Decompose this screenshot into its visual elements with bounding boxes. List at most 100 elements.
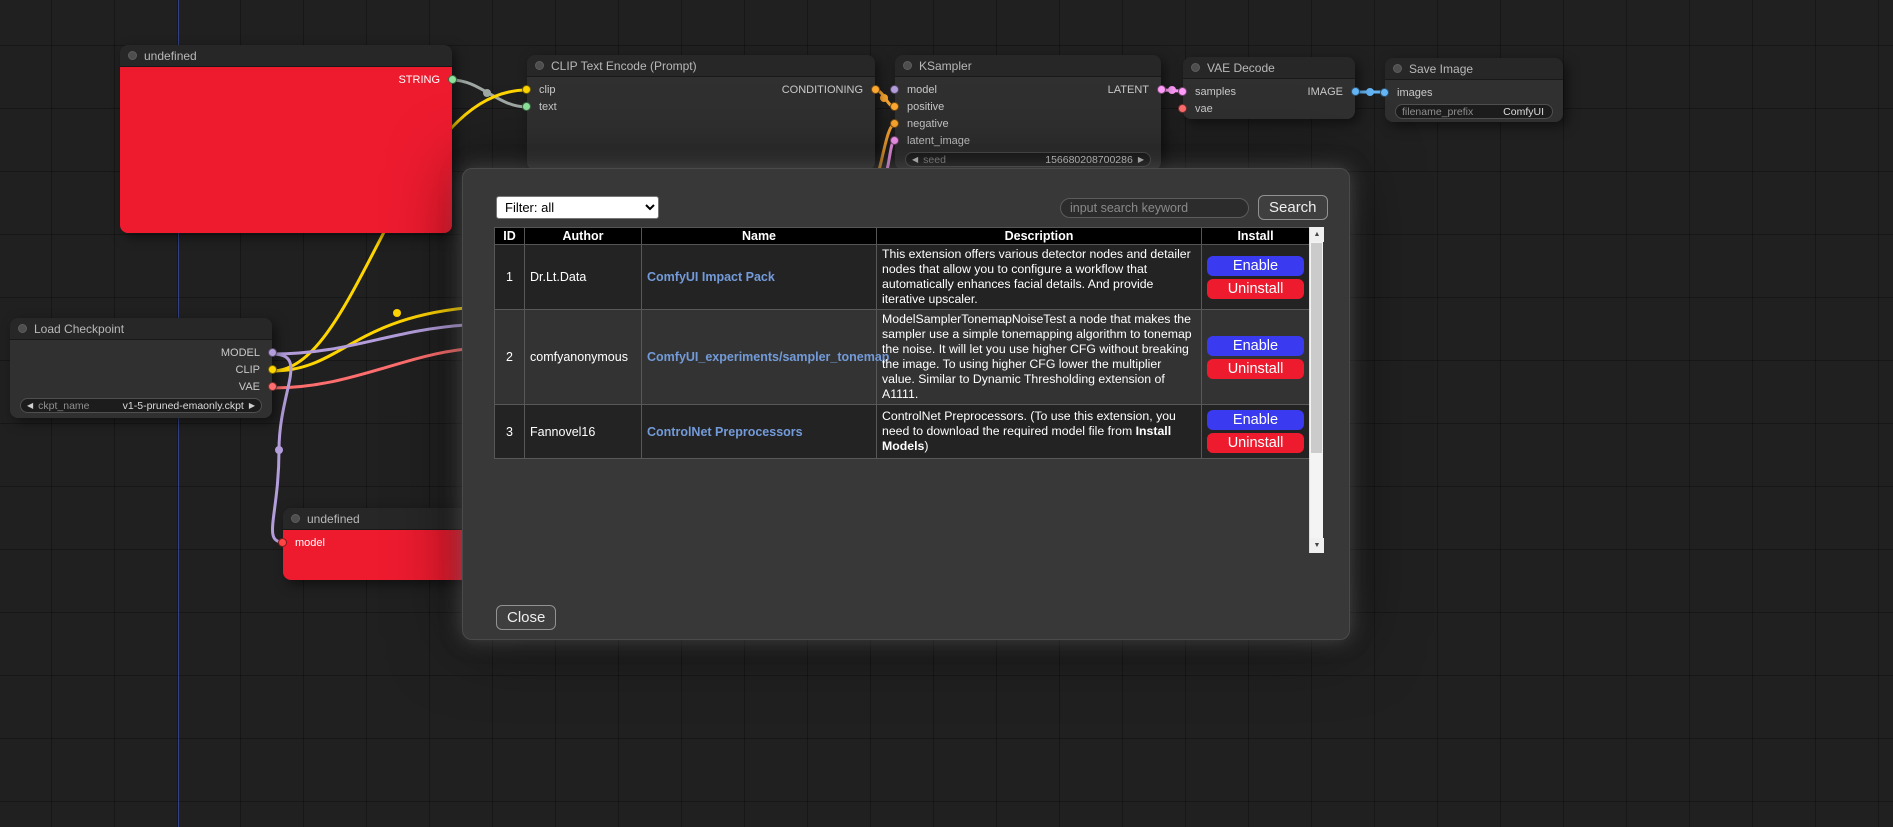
column-header-description: Description — [877, 228, 1202, 245]
CLIP-port-icon[interactable] — [268, 365, 277, 374]
scroll-down-icon[interactable]: ▼ — [1310, 538, 1324, 553]
node-body: imagesfilename_prefixComfyUI — [1385, 80, 1563, 122]
node-title: Save Image — [1409, 62, 1473, 76]
node-titlebar[interactable]: VAE Decode — [1183, 57, 1355, 79]
seed-widget[interactable]: ◀ seed 156680208700286 ▶ — [905, 152, 1151, 167]
close-button[interactable]: Close — [496, 605, 556, 630]
CONDITIONING-port-icon[interactable] — [871, 85, 880, 94]
extension-table-container: IDAuthorNameDescriptionInstall 1Dr.Lt.Da… — [494, 227, 1323, 553]
widget-name: ckpt_name — [38, 400, 89, 412]
increment-arrow-icon[interactable]: ▶ — [1138, 156, 1144, 164]
VAE-port-icon[interactable] — [268, 382, 277, 391]
uninstall-button[interactable]: Uninstall — [1207, 359, 1304, 379]
scrollbar-thumb[interactable] — [1311, 243, 1322, 453]
node-titlebar[interactable]: Save Image — [1385, 58, 1563, 80]
cell-install: Enable Uninstall — [1202, 310, 1310, 405]
column-header-id: ID — [495, 228, 525, 245]
widget-name: filename_prefix — [1402, 106, 1473, 118]
MODEL-port-icon[interactable] — [268, 348, 277, 357]
node-clip-text-encode[interactable]: CLIP Text Encode (Prompt)cliptextCONDITI… — [527, 55, 875, 170]
LATENT-port-icon[interactable] — [1157, 85, 1166, 94]
IMAGE-port-icon[interactable] — [1351, 87, 1360, 96]
collapse-dot-icon[interactable] — [1393, 64, 1402, 73]
node-titlebar[interactable]: undefined — [120, 45, 452, 67]
custom-nodes-manager-dialog: Filter: all Search IDAuthorNameDescripti… — [462, 168, 1350, 640]
slot-label: IMAGE — [1308, 86, 1343, 98]
filter-select[interactable]: Filter: all — [496, 196, 659, 219]
node-titlebar[interactable]: KSampler — [895, 55, 1161, 77]
extension-table-head-row: IDAuthorNameDescriptionInstall — [495, 228, 1310, 245]
images-port-icon[interactable] — [1380, 88, 1389, 97]
table-scrollbar[interactable]: ▲ ▼ — [1309, 227, 1323, 553]
node-title: undefined — [307, 512, 360, 526]
decrement-arrow-icon[interactable]: ◀ — [27, 402, 33, 410]
STRING-port-icon[interactable] — [448, 75, 457, 84]
latent_image-port-icon[interactable] — [890, 136, 899, 145]
enable-button[interactable]: Enable — [1207, 336, 1304, 356]
widget-value: ComfyUI — [1503, 106, 1544, 118]
comfyui-canvas[interactable]: undefined STRING CLIP Text Encode (Prompt)… — [0, 0, 1893, 827]
search-input[interactable] — [1060, 198, 1249, 218]
node-save-image[interactable]: Save Imageimagesfilename_prefixComfyUI — [1385, 58, 1563, 122]
ckpt_name-widget[interactable]: ◀ ckpt_name v1-5-pruned-emaonly.ckpt ▶ — [20, 398, 262, 413]
collapse-dot-icon[interactable] — [18, 324, 27, 333]
column-header-author: Author — [525, 228, 642, 245]
widget-name: seed — [923, 154, 946, 166]
node-body: samplesvaeIMAGE — [1183, 79, 1355, 119]
extension-row: 2comfyanonymousComfyUI_experiments/sampl… — [495, 310, 1310, 405]
cell-name: ComfyUI Impact Pack — [642, 245, 877, 310]
slot-label: vae — [1195, 103, 1213, 115]
extension-table-body: 1Dr.Lt.DataComfyUI Impact PackThis exten… — [495, 245, 1310, 459]
extension-table: IDAuthorNameDescriptionInstall 1Dr.Lt.Da… — [494, 227, 1310, 459]
node-titlebar[interactable]: CLIP Text Encode (Prompt) — [527, 55, 875, 77]
extension-link[interactable]: ControlNet Preprocessors — [647, 425, 803, 439]
slot-label: VAE — [239, 381, 260, 393]
vae-port-icon[interactable] — [1178, 104, 1187, 113]
text-port-icon[interactable] — [522, 102, 531, 111]
collapse-dot-icon[interactable] — [291, 514, 300, 523]
collapse-dot-icon[interactable] — [903, 61, 912, 70]
collapse-dot-icon[interactable] — [128, 51, 137, 60]
negative-port-icon[interactable] — [890, 119, 899, 128]
increment-arrow-icon[interactable]: ▶ — [249, 402, 255, 410]
search-button[interactable]: Search — [1258, 195, 1328, 220]
widget-value: v1-5-pruned-emaonly.ckpt — [123, 400, 244, 412]
output-slot-IMAGE: IMAGE — [1183, 83, 1355, 100]
node-title: undefined — [144, 49, 197, 63]
output-slot-CLIP: CLIP — [10, 361, 272, 378]
scroll-up-icon[interactable]: ▲ — [1310, 227, 1324, 242]
node-title: VAE Decode — [1207, 61, 1275, 75]
node-body: MODEL CLIP VAE ◀ ckpt_name v1-5-pruned-emaonl… — [10, 340, 272, 418]
model-port-icon[interactable] — [278, 538, 287, 547]
description-text: ModelSamplerTonemapNoiseTest a node that… — [882, 312, 1192, 401]
collapse-dot-icon[interactable] — [1191, 63, 1200, 72]
slot-label: MODEL — [221, 347, 260, 359]
slot-label: latent_image — [907, 135, 970, 147]
column-header-name: Name — [642, 228, 877, 245]
uninstall-button[interactable]: Uninstall — [1207, 433, 1304, 453]
node-vae-decode[interactable]: VAE DecodesamplesvaeIMAGE — [1183, 57, 1355, 119]
node-body: modelpositivenegativelatent_imageLATENT◀… — [895, 77, 1161, 170]
output-slot-VAE: VAE — [10, 378, 272, 395]
node-body: STRING — [120, 67, 452, 233]
collapse-dot-icon[interactable] — [535, 61, 544, 70]
extension-link[interactable]: ComfyUI_experiments/sampler_tonemap — [647, 350, 889, 364]
node-title: Load Checkpoint — [34, 322, 124, 336]
cell-id: 1 — [495, 245, 525, 310]
uninstall-button[interactable]: Uninstall — [1207, 279, 1304, 299]
positive-port-icon[interactable] — [890, 102, 899, 111]
node-titlebar[interactable]: Load Checkpoint — [10, 318, 272, 340]
extension-link[interactable]: ComfyUI Impact Pack — [647, 270, 775, 284]
slot-label: CLIP — [236, 364, 260, 376]
output-slot-STRING: STRING — [120, 71, 452, 88]
widget-value: 156680208700286 — [1045, 154, 1133, 166]
cell-author: comfyanonymous — [525, 310, 642, 405]
slot-label: LATENT — [1108, 84, 1149, 96]
node-ksampler[interactable]: KSamplermodelpositivenegativelatent_imag… — [895, 55, 1161, 170]
node-undefined-top[interactable]: undefined STRING — [120, 45, 452, 233]
enable-button[interactable]: Enable — [1207, 256, 1304, 276]
decrement-arrow-icon[interactable]: ◀ — [912, 156, 918, 164]
enable-button[interactable]: Enable — [1207, 410, 1304, 430]
filename_prefix-widget[interactable]: filename_prefix ComfyUI — [1395, 104, 1553, 119]
node-load-checkpoint[interactable]: Load Checkpoint MODEL CLIP VAE ◀ ckpt_name v1-… — [10, 318, 272, 418]
